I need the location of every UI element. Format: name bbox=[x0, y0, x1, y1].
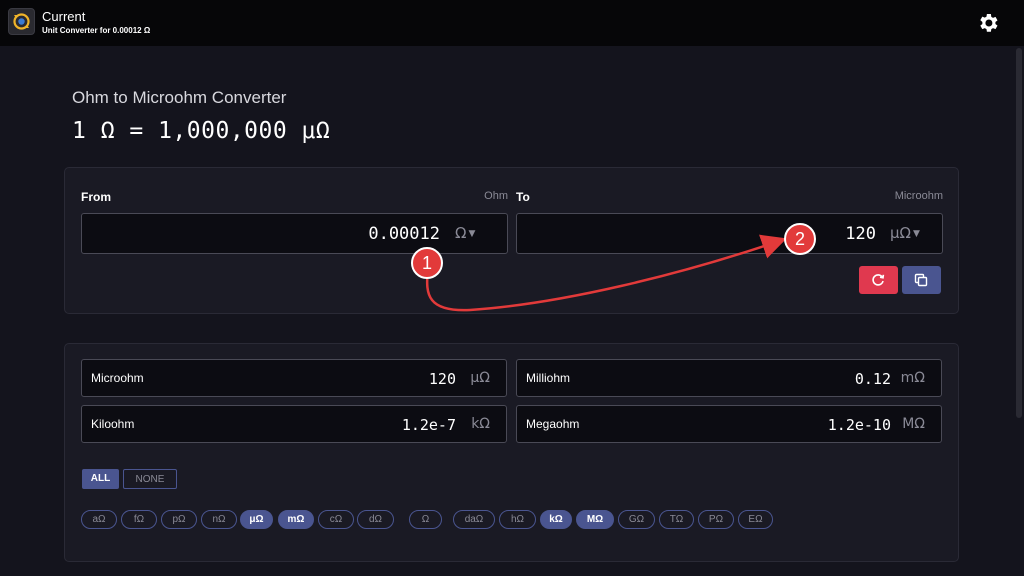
annotation-arrow bbox=[425, 234, 787, 312]
annotation-badge-2: 2 bbox=[784, 223, 816, 255]
annotation-badge-1: 1 bbox=[411, 247, 443, 279]
annotation-overlay bbox=[425, 234, 787, 312]
